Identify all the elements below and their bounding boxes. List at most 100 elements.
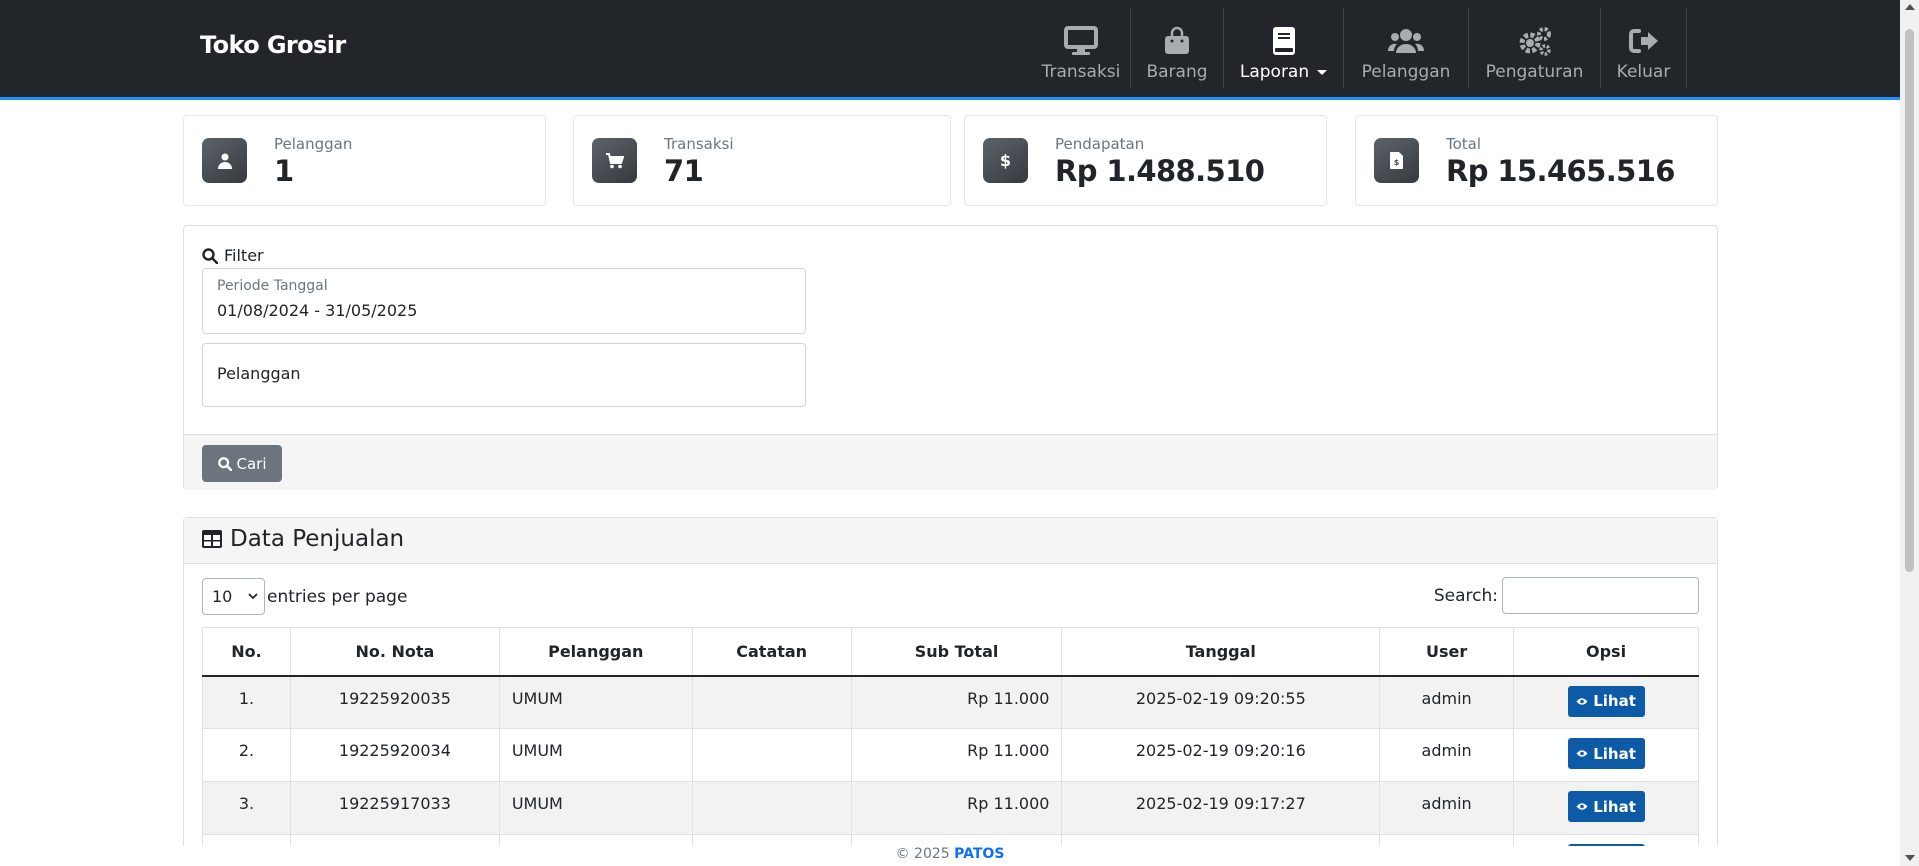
cell-nota: 19225917033 (289, 781, 500, 835)
entries-control: 10 entries per page (202, 578, 407, 615)
stat-card-transaksi: Transaksi 71 (573, 115, 951, 206)
column-header[interactable]: Pelanggan (498, 627, 693, 677)
table-search: Search: (1434, 577, 1699, 614)
nav-menu: Transaksi Barang Laporan Pelanggan Penga… (1032, 8, 1687, 88)
cell-no: 1. (202, 675, 291, 729)
column-header[interactable]: Catatan (691, 627, 852, 677)
cell-nota: 19225920034 (289, 728, 500, 782)
navbar: Toko Grosir Transaksi Barang Laporan Pel… (0, 0, 1900, 100)
view-button-label: Lihat (1593, 744, 1636, 763)
gears-icon (1517, 26, 1553, 56)
nav-item-label: Keluar (1616, 62, 1671, 82)
view-button[interactable]: Lihat (1567, 685, 1645, 717)
nav-item-label: Pelanggan (1361, 62, 1451, 82)
search-label: Search: (1433, 585, 1498, 606)
footer-brand-link[interactable]: PATOS (954, 846, 1004, 862)
stat-value: 71 (664, 154, 704, 188)
nav-item-label: Transaksi (1041, 62, 1121, 82)
column-header[interactable]: User (1379, 627, 1515, 677)
entries-select-value: 10 (212, 587, 233, 606)
nav-item-barang[interactable]: Barang (1131, 8, 1224, 88)
search-input[interactable] (1502, 577, 1699, 614)
scroll-up-arrow-icon[interactable] (1905, 4, 1915, 10)
shopping-bag-icon (1163, 26, 1191, 56)
stat-label: Transaksi (664, 135, 734, 153)
cell-user: admin (1379, 728, 1515, 782)
table-row: 3. 19225917033 UMUM Rp 11.000 2025-02-19… (202, 781, 1699, 835)
nav-item-transaksi[interactable]: Transaksi (1032, 8, 1131, 88)
entries-per-page-select[interactable]: 10 (202, 578, 265, 615)
stat-value: Rp 1.488.510 (1055, 154, 1265, 188)
cell-opsi: Lihat (1513, 781, 1699, 835)
cell-pelanggan: UMUM (498, 675, 693, 729)
brand-title[interactable]: Toko Grosir (200, 31, 346, 59)
sales-data-title-label: Data Penjualan (230, 526, 405, 552)
cell-opsi: Lihat (1513, 728, 1699, 782)
cell-subtotal: Rp 11.000 (850, 728, 1063, 782)
page-scrollbar[interactable] (1900, 0, 1919, 866)
filter-title-label: Filter (224, 246, 264, 265)
dollar-icon: $ (983, 138, 1028, 183)
cell-user: admin (1379, 675, 1515, 729)
search-icon (202, 247, 218, 264)
cell-catatan (691, 675, 852, 729)
cart-icon (592, 138, 637, 183)
column-header[interactable]: No. (202, 627, 291, 677)
nav-item-keluar[interactable]: Keluar (1601, 8, 1687, 88)
cell-tanggal: 2025-02-19 09:20:16 (1061, 728, 1381, 782)
search-icon (217, 456, 232, 471)
table-row: 2. 19225920034 UMUM Rp 11.000 2025-02-19… (202, 728, 1699, 782)
cell-no: 2. (202, 728, 291, 782)
stat-label: Pendapatan (1055, 135, 1145, 153)
stat-value: Rp 15.465.516 (1446, 154, 1675, 188)
column-header[interactable]: Tanggal (1061, 627, 1381, 677)
nav-item-pengaturan[interactable]: Pengaturan (1469, 8, 1601, 88)
filter-card: Filter Periode Tanggal 01/08/2024 - 31/0… (183, 225, 1718, 490)
column-header[interactable]: Sub Total (850, 627, 1063, 677)
cell-nota: 19225920035 (289, 675, 500, 729)
column-header[interactable]: Opsi (1513, 627, 1699, 677)
view-button-label: Lihat (1593, 692, 1636, 710)
stat-label: Total (1446, 135, 1482, 153)
cell-subtotal: Rp 11.000 (850, 781, 1063, 835)
customer-field[interactable]: Pelanggan (202, 343, 806, 407)
date-period-label: Periode Tanggal (217, 278, 328, 294)
filter-title: Filter (202, 246, 264, 265)
entries-label: entries per page (267, 586, 408, 607)
search-button-label: Cari (236, 454, 267, 473)
stat-label: Pelanggan (274, 135, 353, 153)
cell-pelanggan: UMUM (498, 728, 693, 782)
search-button[interactable]: Cari (202, 445, 282, 482)
cell-pelanggan: UMUM (498, 781, 693, 835)
view-button-label: Lihat (1593, 797, 1636, 816)
view-button[interactable]: Lihat (1567, 738, 1645, 769)
desktop-icon (1064, 26, 1098, 56)
sales-data-card: Data Penjualan 10 entries per page Searc… (183, 517, 1718, 866)
eye-icon (1576, 750, 1588, 757)
scroll-down-arrow-icon[interactable] (1905, 855, 1915, 861)
sales-data-title: Data Penjualan (202, 526, 404, 552)
date-period-field[interactable]: Periode Tanggal 01/08/2024 - 31/05/2025 (202, 268, 806, 334)
invoice-icon: $ (1374, 138, 1419, 183)
sales-table: No. No. Nota Pelanggan Catatan Sub Total… (202, 627, 1699, 866)
column-header[interactable]: No. Nota (289, 627, 500, 677)
cell-catatan (691, 781, 852, 835)
book-icon (1271, 26, 1297, 56)
footer: © 2025 PATOS (0, 846, 1900, 866)
stat-value: 1 (274, 154, 294, 188)
view-button[interactable]: Lihat (1567, 791, 1645, 822)
scroll-thumb[interactable] (1905, 29, 1914, 572)
svg-text:$: $ (1394, 158, 1400, 167)
stat-card-pelanggan: Pelanggan 1 (183, 115, 546, 206)
table-icon (202, 530, 222, 548)
cell-catatan (691, 728, 852, 782)
footer-copyright: © 2025 (895, 846, 950, 862)
eye-icon (1576, 697, 1588, 705)
nav-item-laporan[interactable]: Laporan (1224, 8, 1344, 88)
nav-item-pelanggan[interactable]: Pelanggan (1344, 8, 1469, 88)
cell-tanggal: 2025-02-19 09:17:27 (1061, 781, 1381, 835)
stat-card-total: $ Total Rp 15.465.516 (1355, 115, 1718, 206)
customer-placeholder: Pelanggan (217, 364, 301, 383)
chevron-down-icon (248, 593, 258, 600)
cell-no: 3. (202, 781, 291, 835)
